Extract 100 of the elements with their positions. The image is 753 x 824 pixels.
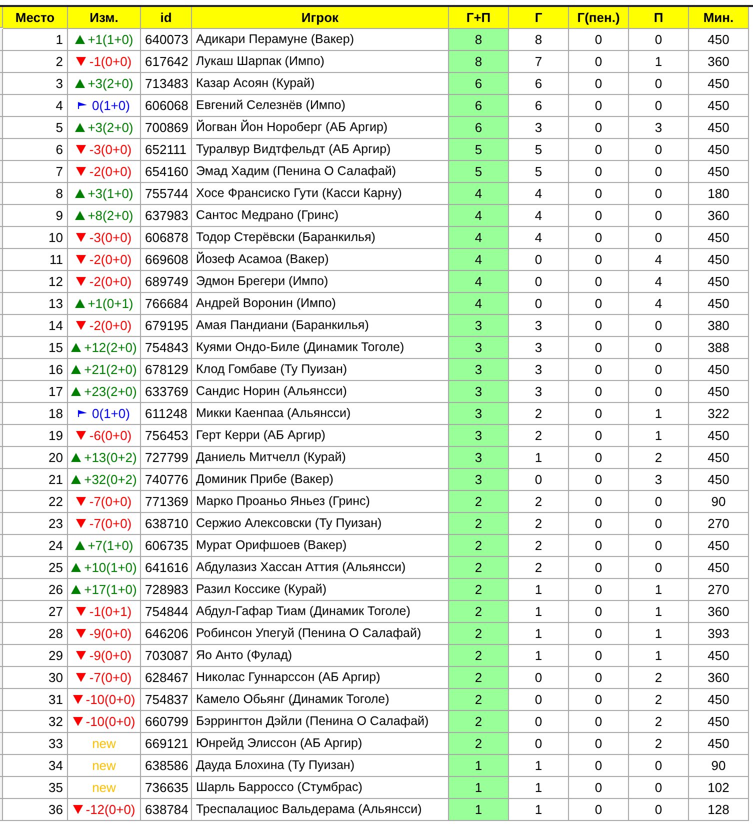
table-cell: 360 xyxy=(689,601,749,623)
table-cell: 2 xyxy=(509,425,569,447)
table-cell: 450 xyxy=(689,293,749,315)
table-cell: Йогван Йон Нороберг (АБ Аргир) xyxy=(192,117,449,139)
table-cell: 26 xyxy=(3,579,68,601)
change-value: -7(0+0) xyxy=(89,514,132,533)
table-cell: 8 xyxy=(509,29,569,51)
table-cell: 4 xyxy=(509,183,569,205)
table-cell: 652111 xyxy=(141,139,192,161)
table-cell: 2 xyxy=(449,733,509,755)
table-cell: 14 xyxy=(3,315,68,337)
table-cell: 36 xyxy=(3,799,68,821)
table-cell: 0 xyxy=(629,535,689,557)
table-cell: 1 xyxy=(509,447,569,469)
table-cell: 2 xyxy=(3,51,68,73)
up-triangle-icon xyxy=(71,365,82,374)
table-cell: 1 xyxy=(3,29,68,51)
table-cell: Адикари Перамуне (Вакер) xyxy=(192,29,449,51)
table-cell: 2 xyxy=(449,491,509,513)
change-value: new xyxy=(92,778,116,797)
table-cell: 2 xyxy=(449,667,509,689)
table-cell: 611248 xyxy=(141,403,192,425)
table-cell: 0 xyxy=(569,623,629,645)
table-cell: 8 xyxy=(449,29,509,51)
table-cell: 3 xyxy=(509,381,569,403)
table-cell: 31 xyxy=(3,689,68,711)
table-cell: 4 xyxy=(449,183,509,205)
down-triangle-icon xyxy=(76,607,86,616)
table-cell: 2 xyxy=(629,447,689,469)
table-cell: 0 xyxy=(569,425,629,447)
table-cell: 641616 xyxy=(141,557,192,579)
table-cell: 450 xyxy=(689,117,749,139)
table-cell: 606068 xyxy=(141,95,192,117)
table-cell: 0 xyxy=(569,227,629,249)
down-triangle-icon xyxy=(76,57,86,66)
table-cell: 0 xyxy=(509,249,569,271)
table-cell: 0 xyxy=(509,271,569,293)
table-cell: 4 xyxy=(449,293,509,315)
table-cell: Бэррингтон Дэйли (Пенина О Салафай) xyxy=(192,711,449,733)
table-cell: 3 xyxy=(629,469,689,491)
change-value: -10(0+0) xyxy=(86,690,136,709)
table-cell: Хосе Франсиско Гути (Касси Карну) xyxy=(192,183,449,205)
table-cell: 3 xyxy=(509,315,569,337)
change-value: -2(0+0) xyxy=(89,162,132,181)
table-cell: 450 xyxy=(689,557,749,579)
table-cell: 0 xyxy=(629,29,689,51)
table-cell: 0 xyxy=(629,227,689,249)
up-triangle-icon xyxy=(71,453,82,462)
table-cell: 2 xyxy=(449,557,509,579)
up-triangle-icon xyxy=(71,387,82,396)
table-cell: 9 xyxy=(3,205,68,227)
table-cell: 4 xyxy=(449,205,509,227)
up-triangle-icon xyxy=(71,475,82,484)
table-cell: 4 xyxy=(629,293,689,315)
table-cell: 2 xyxy=(509,513,569,535)
table-cell: Андрей Воронин (Импо) xyxy=(192,293,449,315)
table-cell: 0 xyxy=(569,469,629,491)
table-cell: Микки Каенпаа (Альянсси) xyxy=(192,403,449,425)
down-triangle-icon xyxy=(72,717,83,726)
table-cell: 33 xyxy=(3,733,68,755)
table-cell: 4 xyxy=(3,95,68,117)
table-cell: 679195 xyxy=(141,315,192,337)
table-cell: 450 xyxy=(689,733,749,755)
table-cell: 450 xyxy=(689,249,749,271)
table-cell: 0 xyxy=(569,513,629,535)
table-cell: 17 xyxy=(3,381,68,403)
change-value: -2(0+0) xyxy=(89,272,132,291)
change-value: +3(1+0) xyxy=(88,184,134,203)
up-triangle-icon xyxy=(71,585,82,594)
change-value: -7(0+0) xyxy=(89,668,132,687)
change-value: -1(0+1) xyxy=(89,602,132,621)
table-cell: 2 xyxy=(629,733,689,755)
table-cell: 0 xyxy=(629,315,689,337)
table-cell: 6 xyxy=(509,95,569,117)
table-cell: 0 xyxy=(569,205,629,227)
change-value: -12(0+0) xyxy=(86,800,136,819)
table-cell: 5 xyxy=(3,117,68,139)
table-cell: 19 xyxy=(3,425,68,447)
up-triangle-icon xyxy=(74,299,85,308)
table-cell: 2 xyxy=(629,667,689,689)
down-triangle-icon xyxy=(72,695,83,704)
table-cell: 16 xyxy=(3,359,68,381)
table-cell: 450 xyxy=(689,73,749,95)
table-cell: Шарль Барроссо (Стумбрас) xyxy=(192,777,449,799)
table-cell: 640073 xyxy=(141,29,192,51)
table-cell: 180 xyxy=(689,183,749,205)
change-value: new xyxy=(92,756,116,775)
table-cell: 703087 xyxy=(141,645,192,667)
change-value: +21(2+0) xyxy=(84,360,137,379)
change-value: -2(0+0) xyxy=(89,316,132,335)
table-cell: 6 xyxy=(449,117,509,139)
table-cell: 1 xyxy=(449,777,509,799)
table-cell: 90 xyxy=(689,491,749,513)
change-value: +32(0+2) xyxy=(84,470,137,489)
table-cell: 628467 xyxy=(141,667,192,689)
change-value: +10(1+0) xyxy=(84,558,137,577)
table-cell: 10 xyxy=(3,227,68,249)
table-cell: 0 xyxy=(569,799,629,821)
column-header: Место xyxy=(3,7,68,29)
table-cell: 4 xyxy=(629,271,689,293)
